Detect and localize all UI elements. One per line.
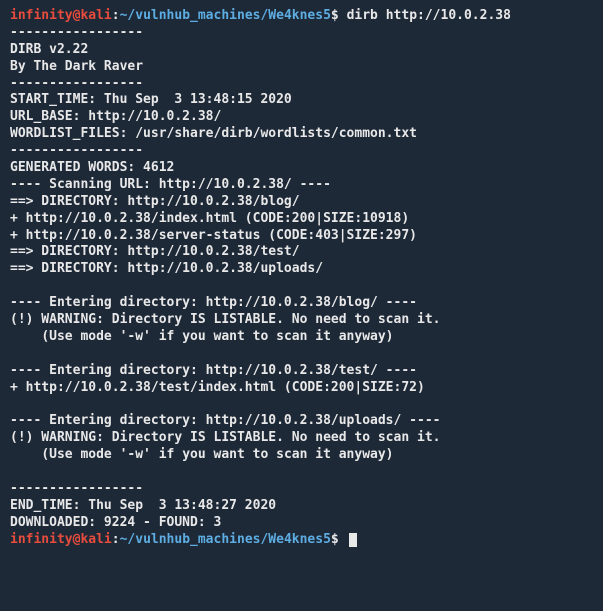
author: By The Dark Raver xyxy=(10,59,593,76)
url-base: URL_BASE: http://10.0.2.38/ xyxy=(10,109,593,126)
end-time: END_TIME: Thu Sep 3 13:48:27 2020 xyxy=(10,498,593,515)
directory-found: ==> DIRECTORY: http://10.0.2.38/blog/ xyxy=(10,194,593,211)
cursor-icon xyxy=(349,533,357,547)
warning: (!) WARNING: Directory IS LISTABLE. No n… xyxy=(10,430,593,447)
host: kali xyxy=(80,8,111,23)
path: ~/vulnhub_machines/We4knes5 xyxy=(120,532,331,547)
command: dirb http://10.0.2.38 xyxy=(347,8,511,23)
entering-directory: ---- Entering directory: http://10.0.2.3… xyxy=(10,413,593,430)
downloaded-found: DOWNLOADED: 9224 - FOUND: 3 xyxy=(10,515,593,532)
output-line xyxy=(10,278,593,295)
generated-words: GENERATED WORDS: 4612 xyxy=(10,160,593,177)
entering-directory: ---- Entering directory: http://10.0.2.3… xyxy=(10,363,593,380)
dollar: $ xyxy=(331,532,339,547)
prompt-line-2: infinity@kali:~/vulnhub_machines/We4knes… xyxy=(10,532,593,549)
user: infinity xyxy=(10,8,73,23)
warning: (!) WARNING: Directory IS LISTABLE. No n… xyxy=(10,312,593,329)
prompt-line-1: infinity@kali:~/vulnhub_machines/We4knes… xyxy=(10,8,593,25)
colon: : xyxy=(112,532,120,547)
wordlist-files: WORDLIST_FILES: /usr/share/dirb/wordlist… xyxy=(10,126,593,143)
directory-found: ==> DIRECTORY: http://10.0.2.38/test/ xyxy=(10,244,593,261)
scanning-url: ---- Scanning URL: http://10.0.2.38/ ---… xyxy=(10,177,593,194)
separator: ----------------- xyxy=(10,143,593,160)
entering-directory: ---- Entering directory: http://10.0.2.3… xyxy=(10,295,593,312)
dirb-version: DIRB v2.22 xyxy=(10,42,593,59)
separator: ----------------- xyxy=(10,76,593,93)
output-line xyxy=(10,464,593,481)
output-line xyxy=(10,346,593,363)
file-found: + http://10.0.2.38/index.html (CODE:200|… xyxy=(10,211,593,228)
host: kali xyxy=(80,532,111,547)
hint-mode-w: (Use mode '-w' if you want to scan it an… xyxy=(10,447,593,464)
terminal-output[interactable]: infinity@kali:~/vulnhub_machines/We4knes… xyxy=(10,8,593,549)
hint-mode-w: (Use mode '-w' if you want to scan it an… xyxy=(10,329,593,346)
output-line xyxy=(10,396,593,413)
separator: ----------------- xyxy=(10,481,593,498)
separator: ----------------- xyxy=(10,25,593,42)
file-found: + http://10.0.2.38/test/index.html (CODE… xyxy=(10,380,593,397)
file-found: + http://10.0.2.38/server-status (CODE:4… xyxy=(10,228,593,245)
user: infinity xyxy=(10,532,73,547)
directory-found: ==> DIRECTORY: http://10.0.2.38/uploads/ xyxy=(10,261,593,278)
colon: : xyxy=(112,8,120,23)
start-time: START_TIME: Thu Sep 3 13:48:15 2020 xyxy=(10,92,593,109)
path: ~/vulnhub_machines/We4knes5 xyxy=(120,8,331,23)
dollar: $ xyxy=(331,8,339,23)
